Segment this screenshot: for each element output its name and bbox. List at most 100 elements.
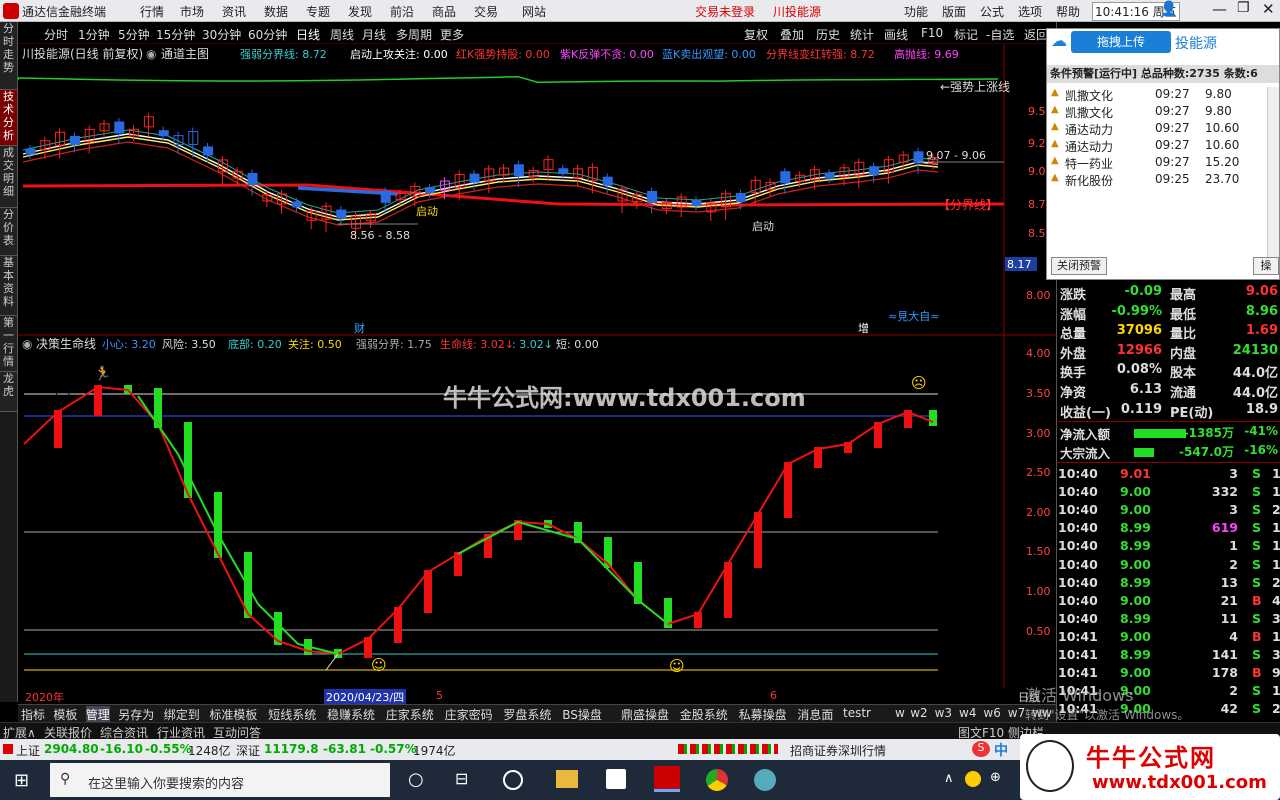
- indicator-dropdown-icon[interactable]: ◉: [146, 47, 156, 61]
- app-icon-1[interactable]: [503, 770, 523, 790]
- taskbar-search[interactable]: ⚲ 在这里输入你要搜索的内容: [50, 763, 390, 797]
- chrome-icon[interactable]: [706, 769, 728, 791]
- indicator-tab-15[interactable]: 消息面: [797, 706, 833, 723]
- alert-row[interactable]: ▲ 凯撒文化 09:27 9.80: [1051, 104, 1265, 121]
- drag-upload-button[interactable]: 拖拽上传: [1071, 31, 1171, 53]
- chart-area[interactable]: 川投能源(日线 前复权) ◉ 通道主图 强弱分界线: 8.72 启动上攻关注: 0…: [18, 44, 1056, 689]
- close-alert-button[interactable]: 关闭预警: [1051, 257, 1107, 275]
- indicator-tab-18[interactable]: w2: [910, 706, 927, 720]
- indicator-tab-13[interactable]: 金股系统: [680, 706, 728, 723]
- tab-fenjia[interactable]: 分价表: [0, 208, 17, 256]
- sub-dropdown-icon[interactable]: ◉: [22, 337, 32, 351]
- tab-chengjiao[interactable]: 成交明细: [0, 146, 17, 208]
- menu-item-faxian[interactable]: 发现: [348, 3, 372, 20]
- tool-huaxian[interactable]: 画线: [884, 26, 908, 43]
- period-monthly[interactable]: 月线: [362, 26, 386, 43]
- sz-label[interactable]: 深证: [236, 742, 260, 759]
- tool-fanhui[interactable]: 返回: [1024, 26, 1048, 43]
- period-fenshi[interactable]: 分时: [44, 26, 68, 43]
- indicator-tab-1[interactable]: 模板: [53, 706, 77, 723]
- indicator-tab-6[interactable]: 短线系统: [268, 706, 316, 723]
- period-weekly[interactable]: 周线: [330, 26, 354, 43]
- alert-scrollbar[interactable]: [1267, 87, 1279, 257]
- alert-popup[interactable]: 拖拽上传 ☁ 投能源 条件预警[运行中] 总品种数:2735 条数:6 ▲ 凯撒文…: [1046, 28, 1280, 280]
- indicator-tab-5[interactable]: 标准模板: [209, 706, 257, 723]
- sh-label[interactable]: 上证: [16, 742, 40, 759]
- menu-item-shuju[interactable]: 数据: [264, 3, 288, 20]
- menu-item-hangqing[interactable]: 行情: [140, 3, 164, 20]
- tray-arrow-icon[interactable]: ∧: [944, 771, 954, 786]
- network-icon[interactable]: ⊕: [990, 770, 1001, 785]
- indicator-tab-14[interactable]: 私募操盘: [739, 706, 787, 723]
- tool-zixuan[interactable]: -自选: [986, 26, 1014, 43]
- menu-item-jiaoyi[interactable]: 交易: [474, 3, 498, 20]
- explorer-icon[interactable]: [556, 770, 578, 788]
- tool-tongji[interactable]: 统计: [850, 26, 874, 43]
- tool-f10[interactable]: F10: [921, 26, 943, 40]
- tab-jishu[interactable]: 技术分析: [0, 90, 17, 146]
- indicator-tab-9[interactable]: 庄家密码: [445, 706, 493, 723]
- tool-biaoji[interactable]: 标记: [954, 26, 978, 43]
- indicator-tab-2[interactable]: 管理: [85, 706, 110, 723]
- period-multi[interactable]: 多周期: [396, 26, 432, 43]
- menu-item-zixun[interactable]: 资讯: [222, 3, 246, 20]
- menu-item-shichang[interactable]: 市场: [180, 3, 204, 20]
- indicator-tab-22[interactable]: w7: [1008, 706, 1025, 720]
- alert-row[interactable]: ▲ 特一药业 09:27 15.20: [1051, 155, 1265, 172]
- store-icon[interactable]: [606, 769, 626, 789]
- menu-item-gongneng[interactable]: 功能: [904, 3, 928, 20]
- indicator-tab-3[interactable]: 另存为: [118, 706, 154, 723]
- menu-item-zhuanti[interactable]: 专题: [306, 3, 330, 20]
- period-30min[interactable]: 30分钟: [202, 26, 241, 43]
- tool-lishi[interactable]: 历史: [816, 26, 840, 43]
- menu-item-shangpin[interactable]: 商品: [432, 3, 456, 20]
- alert-row[interactable]: ▲ 新化股份 09:25 23.70: [1051, 172, 1265, 189]
- tab-longhu[interactable]: 龙虎: [0, 372, 17, 412]
- period-60min[interactable]: 60分钟: [248, 26, 287, 43]
- ime-indicator[interactable]: 中: [994, 740, 1016, 759]
- tab-fenshi[interactable]: 分时走势: [0, 22, 17, 90]
- indicator-tab-4[interactable]: 绑定到: [164, 706, 200, 723]
- close-icon[interactable]: ✕: [1262, 0, 1275, 18]
- windows-start-icon[interactable]: ⊞: [14, 770, 29, 791]
- sub-chart-title[interactable]: 决策生命线: [36, 336, 96, 351]
- alert-row[interactable]: ▲ 凯撒文化 09:27 9.80: [1051, 87, 1265, 104]
- timeline-icon[interactable]: ⊟: [455, 769, 468, 788]
- tdx-app-icon[interactable]: [654, 766, 680, 792]
- indicator-tab-20[interactable]: w4: [959, 706, 976, 720]
- period-5min[interactable]: 5分钟: [118, 26, 150, 43]
- tool-fuquan[interactable]: 复权: [744, 26, 768, 43]
- main-indicator-name[interactable]: 通道主图: [161, 47, 209, 61]
- menu-item-bangzhu[interactable]: 帮助: [1056, 3, 1080, 20]
- alert-row[interactable]: ▲ 通达动力 09:27 10.60: [1051, 121, 1265, 138]
- indicator-tab-8[interactable]: 庄家系统: [386, 706, 434, 723]
- indicator-tab-17[interactable]: w: [895, 706, 905, 720]
- indicator-tab-0[interactable]: 指标: [21, 706, 45, 723]
- alert-row[interactable]: ▲ 通达动力 09:27 10.60: [1051, 138, 1265, 155]
- minimize-icon[interactable]: —: [1212, 0, 1227, 18]
- tab-diyi[interactable]: 第一行情: [0, 316, 17, 372]
- maximize-icon[interactable]: ❐: [1237, 0, 1250, 16]
- indicator-tab-7[interactable]: 稳赚系统: [327, 706, 375, 723]
- menu-item-qianyan[interactable]: 前沿: [390, 3, 414, 20]
- tab-jiben[interactable]: 基本资料: [0, 256, 17, 316]
- indicator-tab-12[interactable]: 鼎盛操盘: [621, 706, 669, 723]
- operate-button[interactable]: 操: [1253, 257, 1279, 275]
- indicator-tab-11[interactable]: BS操盘: [562, 706, 602, 723]
- trade-login-link[interactable]: 交易未登录: [695, 3, 755, 20]
- menu-item-banmian[interactable]: 版面: [942, 3, 966, 20]
- period-daily[interactable]: 日线: [296, 26, 320, 43]
- indicator-tab-19[interactable]: w3: [935, 706, 952, 720]
- period-15min[interactable]: 15分钟: [156, 26, 195, 43]
- tool-diejia[interactable]: 叠加: [780, 26, 804, 43]
- tray-app-icon[interactable]: [965, 771, 981, 787]
- task-view-icon[interactable]: ○: [408, 769, 424, 790]
- menu-item-wangzhan[interactable]: 网站: [522, 3, 546, 20]
- app-icon-2[interactable]: [754, 769, 776, 791]
- indicator-tab-21[interactable]: w6: [983, 706, 1000, 720]
- sogou-icon[interactable]: S: [972, 741, 990, 757]
- user-icon[interactable]: 👤: [1160, 1, 1177, 17]
- menu-item-gongshi[interactable]: 公式: [980, 3, 1004, 20]
- menu-item-xuanxiang[interactable]: 选项: [1018, 3, 1042, 20]
- period-more[interactable]: 更多: [440, 26, 464, 43]
